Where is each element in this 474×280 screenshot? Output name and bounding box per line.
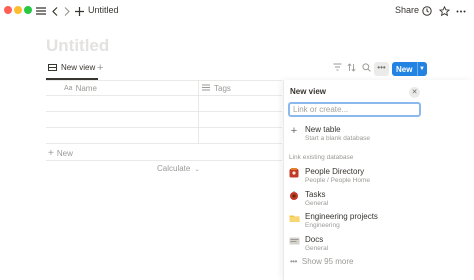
close-window-button[interactable] <box>4 6 12 14</box>
tasks-icon <box>289 191 299 201</box>
database-option-engineering-projects[interactable]: Engineering projects Engineering <box>288 212 468 232</box>
view-more-options-button[interactable]: ••• <box>374 62 389 76</box>
calculate-button[interactable]: Calculate ⌄ <box>157 164 200 173</box>
link-or-create-input[interactable] <box>288 102 421 117</box>
new-table-subtitle: Start a blank database <box>305 135 371 142</box>
footer-border <box>46 160 282 161</box>
database-option-label: People Directory <box>305 167 365 176</box>
docs-icon <box>289 236 300 246</box>
database-option-subtitle: People / People Home <box>305 177 371 184</box>
tab-new-view-label: New view <box>61 63 96 72</box>
database-option-label: Engineering projects <box>305 212 378 221</box>
database-option-subtitle: Engineering <box>305 222 340 229</box>
plus-icon: + <box>48 148 54 159</box>
column-header-tags-label: Tags <box>214 83 231 93</box>
table-view-icon <box>48 64 57 71</box>
window-title[interactable]: Untitled <box>88 5 119 15</box>
share-button[interactable]: Share <box>395 5 419 15</box>
add-row-label: New <box>56 149 73 158</box>
list-property-icon <box>202 84 210 93</box>
column-header-name-label: Name <box>75 83 97 93</box>
new-table-option[interactable]: + New table Start a blank database <box>288 125 468 147</box>
forward-arrow-icon[interactable] <box>62 3 72 19</box>
minimize-window-button[interactable] <box>14 6 22 14</box>
calculate-label: Calculate <box>157 164 191 173</box>
new-record-label: New <box>396 64 413 74</box>
section-label-link-existing: Link existing database <box>289 154 354 161</box>
plus-icon: + <box>290 125 298 137</box>
column-header-name[interactable]: Aa Name <box>64 81 97 95</box>
database-option-subtitle: General <box>305 245 329 252</box>
database-option-docs[interactable]: Docs General <box>288 235 468 255</box>
maximize-window-button[interactable] <box>24 6 32 14</box>
close-panel-icon[interactable]: ✕ <box>409 87 420 98</box>
more-dots-icon: ••• <box>290 257 297 266</box>
people-directory-icon <box>289 168 299 178</box>
title-bar: Untitled Share <box>0 0 474 22</box>
database-option-label: Tasks <box>305 190 326 199</box>
database-option-label: Docs <box>305 235 324 244</box>
back-arrow-icon[interactable] <box>50 3 60 19</box>
database-option-tasks[interactable]: Tasks General <box>288 190 468 210</box>
new-page-plus-icon[interactable] <box>74 3 85 19</box>
database-option-subtitle: General <box>305 200 329 207</box>
chevron-down-icon[interactable]: ▼ <box>418 66 425 72</box>
show-more-label: Show 95 more <box>301 257 354 266</box>
updates-clock-icon[interactable] <box>421 3 433 19</box>
search-icon[interactable] <box>362 63 371 74</box>
table-row-border <box>46 143 282 144</box>
folder-icon <box>289 213 300 223</box>
add-view-plus-icon[interactable]: + <box>97 62 103 74</box>
more-options-icon[interactable] <box>455 3 467 19</box>
table-row[interactable] <box>46 112 282 127</box>
text-property-icon: Aa <box>64 84 73 92</box>
add-row-button[interactable]: + New <box>48 148 73 159</box>
sidebar-menu-icon[interactable] <box>35 3 47 19</box>
database-option-people-directory[interactable]: People Directory People / People Home <box>288 167 468 187</box>
panel-title: New view <box>290 87 327 96</box>
column-header-tags[interactable]: Tags <box>202 81 231 95</box>
chevron-down-icon: ⌄ <box>194 167 200 173</box>
show-more-button[interactable]: ••• Show 95 more <box>290 257 354 266</box>
tab-new-view[interactable]: New view <box>48 63 95 72</box>
new-record-button[interactable]: New ▼ <box>392 62 427 76</box>
favorite-star-icon[interactable] <box>438 3 450 19</box>
table-row[interactable] <box>46 96 282 111</box>
filter-icon[interactable] <box>333 63 342 73</box>
table-row[interactable] <box>46 128 282 143</box>
page-title[interactable]: Untitled <box>46 36 109 56</box>
new-table-label: New table <box>305 125 341 134</box>
sort-icon[interactable] <box>347 63 356 74</box>
